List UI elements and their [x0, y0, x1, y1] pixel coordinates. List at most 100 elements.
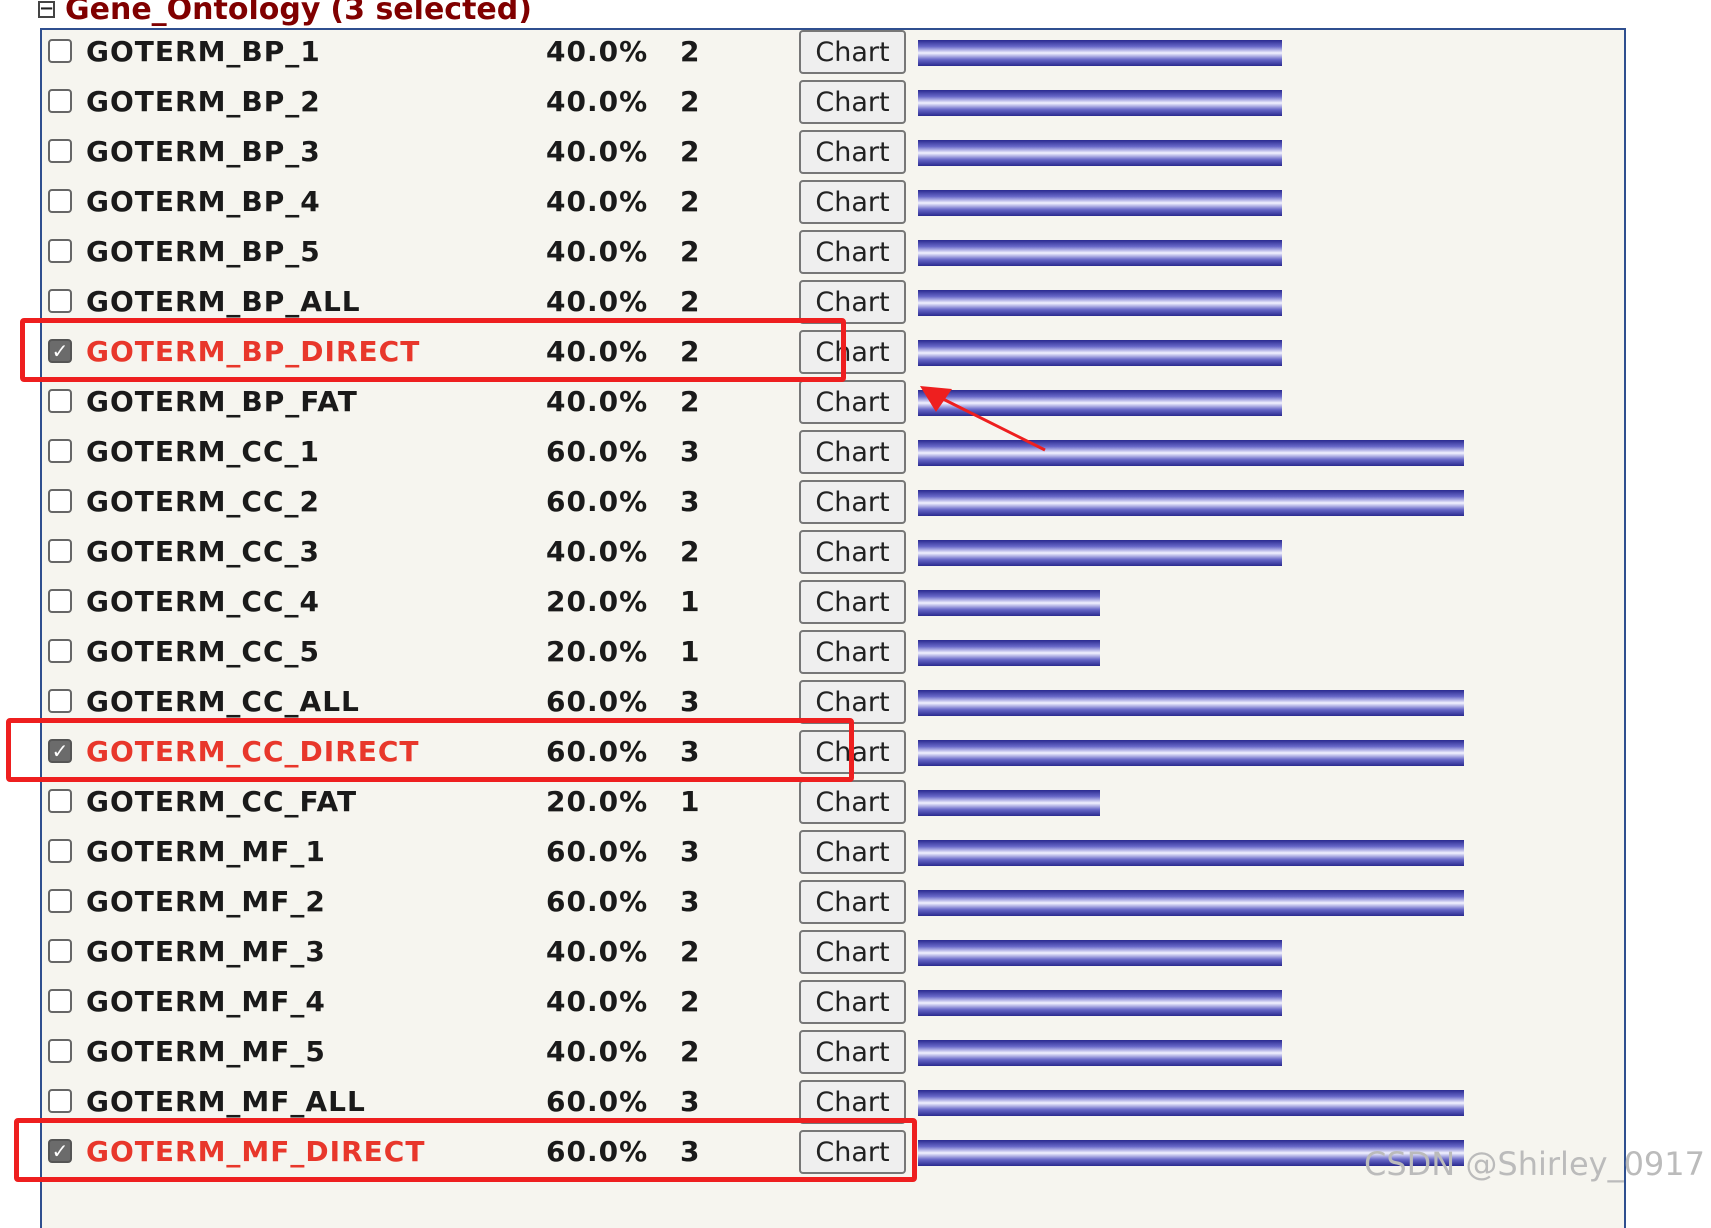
- category-label: GOTERM_MF_3: [86, 935, 326, 968]
- category-checkbox[interactable]: [48, 289, 72, 313]
- category-checkbox[interactable]: [48, 639, 72, 663]
- category-percent: 40.0%: [546, 35, 649, 68]
- category-percent: 40.0%: [546, 385, 649, 418]
- category-percent: 40.0%: [546, 235, 649, 268]
- category-label: GOTERM_CC_2: [86, 485, 321, 518]
- category-checkbox[interactable]: [48, 89, 72, 113]
- category-checkbox[interactable]: [48, 789, 72, 813]
- category-row: GOTERM_MF_2 60.0% 3 Chart: [42, 878, 1624, 928]
- count-bar: [918, 190, 1282, 216]
- category-label: GOTERM_BP_3: [86, 135, 321, 168]
- count-bar: [918, 840, 1464, 866]
- chart-button[interactable]: Chart: [799, 430, 906, 474]
- category-checkbox[interactable]: [48, 239, 72, 263]
- category-label: GOTERM_BP_ALL: [86, 285, 361, 318]
- collapse-toggle-icon[interactable]: −: [38, 0, 55, 18]
- category-label: GOTERM_BP_2: [86, 85, 321, 118]
- category-checkbox[interactable]: [48, 389, 72, 413]
- count-bar: [918, 790, 1100, 816]
- category-count: 3: [680, 835, 700, 868]
- chart-button[interactable]: Chart: [799, 630, 906, 674]
- count-bar: [918, 290, 1282, 316]
- count-bar: [918, 540, 1282, 566]
- category-percent: 60.0%: [546, 685, 649, 718]
- chart-button[interactable]: Chart: [799, 480, 906, 524]
- count-bar: [918, 940, 1282, 966]
- category-percent: 40.0%: [546, 1035, 649, 1068]
- category-checkbox[interactable]: [48, 589, 72, 613]
- category-row: GOTERM_CC_3 40.0% 2 Chart: [42, 528, 1624, 578]
- count-bar: [918, 590, 1100, 616]
- chart-button[interactable]: Chart: [799, 230, 906, 274]
- chart-button[interactable]: Chart: [799, 1030, 906, 1074]
- category-label: GOTERM_MF_5: [86, 1035, 326, 1068]
- category-count: 3: [680, 485, 700, 518]
- category-row: GOTERM_MF_4 40.0% 2 Chart: [42, 978, 1624, 1028]
- chart-button[interactable]: Chart: [799, 830, 906, 874]
- category-count: 2: [680, 85, 700, 118]
- category-percent: 60.0%: [546, 435, 649, 468]
- chart-button[interactable]: Chart: [799, 580, 906, 624]
- category-checkbox[interactable]: [48, 139, 72, 163]
- category-row: GOTERM_BP_3 40.0% 2 Chart: [42, 128, 1624, 178]
- category-label: GOTERM_CC_4: [86, 585, 321, 618]
- count-bar: [918, 890, 1464, 916]
- category-row: GOTERM_MF_5 40.0% 2 Chart: [42, 1028, 1624, 1078]
- category-row: GOTERM_MF_3 40.0% 2 Chart: [42, 928, 1624, 978]
- count-bar: [918, 1040, 1282, 1066]
- category-checkbox[interactable]: [48, 539, 72, 563]
- category-label: GOTERM_BP_5: [86, 235, 321, 268]
- chart-button[interactable]: Chart: [799, 930, 906, 974]
- count-bar: [918, 390, 1282, 416]
- chart-button[interactable]: Chart: [799, 130, 906, 174]
- category-count: 3: [680, 435, 700, 468]
- chart-button[interactable]: Chart: [799, 780, 906, 824]
- category-count: 1: [680, 585, 700, 618]
- highlight-box: [20, 318, 846, 382]
- category-checkbox[interactable]: [48, 889, 72, 913]
- count-bar: [918, 440, 1464, 466]
- category-checkbox[interactable]: [48, 989, 72, 1013]
- category-row: GOTERM_CC_4 20.0% 1 Chart: [42, 578, 1624, 628]
- count-bar: [918, 740, 1464, 766]
- chart-button[interactable]: Chart: [799, 30, 906, 74]
- category-percent: 60.0%: [546, 1085, 649, 1118]
- category-percent: 60.0%: [546, 485, 649, 518]
- count-bar: [918, 40, 1282, 66]
- category-checkbox[interactable]: [48, 489, 72, 513]
- chart-button[interactable]: Chart: [799, 980, 906, 1024]
- chart-button[interactable]: Chart: [799, 380, 906, 424]
- category-row: GOTERM_BP_2 40.0% 2 Chart: [42, 78, 1624, 128]
- category-label: GOTERM_BP_FAT: [86, 385, 358, 418]
- chart-button[interactable]: Chart: [799, 80, 906, 124]
- highlight-box: [14, 1118, 917, 1182]
- count-bar: [918, 640, 1100, 666]
- category-row: GOTERM_CC_5 20.0% 1 Chart: [42, 628, 1624, 678]
- category-checkbox[interactable]: [48, 1039, 72, 1063]
- category-percent: 40.0%: [546, 285, 649, 318]
- category-row: GOTERM_BP_4 40.0% 2 Chart: [42, 178, 1624, 228]
- category-checkbox[interactable]: [48, 1089, 72, 1113]
- category-count: 2: [680, 385, 700, 418]
- category-row: GOTERM_BP_5 40.0% 2 Chart: [42, 228, 1624, 278]
- count-bar: [918, 240, 1282, 266]
- category-row: GOTERM_BP_1 40.0% 2 Chart: [42, 28, 1624, 78]
- chart-button[interactable]: Chart: [799, 180, 906, 224]
- category-checkbox[interactable]: [48, 689, 72, 713]
- section-title: Gene_Ontology: [65, 0, 321, 27]
- category-checkbox[interactable]: [48, 839, 72, 863]
- category-checkbox[interactable]: [48, 439, 72, 463]
- category-count: 2: [680, 535, 700, 568]
- category-checkbox[interactable]: [48, 939, 72, 963]
- category-label: GOTERM_CC_1: [86, 435, 321, 468]
- chart-button[interactable]: Chart: [799, 880, 906, 924]
- category-count: 2: [680, 285, 700, 318]
- count-bar: [918, 90, 1282, 116]
- category-count: 2: [680, 985, 700, 1018]
- category-checkbox[interactable]: [48, 39, 72, 63]
- chart-button[interactable]: Chart: [799, 530, 906, 574]
- category-label: GOTERM_MF_1: [86, 835, 326, 868]
- category-checkbox[interactable]: [48, 189, 72, 213]
- category-row: GOTERM_CC_FAT 20.0% 1 Chart: [42, 778, 1624, 828]
- category-count: 3: [680, 1085, 700, 1118]
